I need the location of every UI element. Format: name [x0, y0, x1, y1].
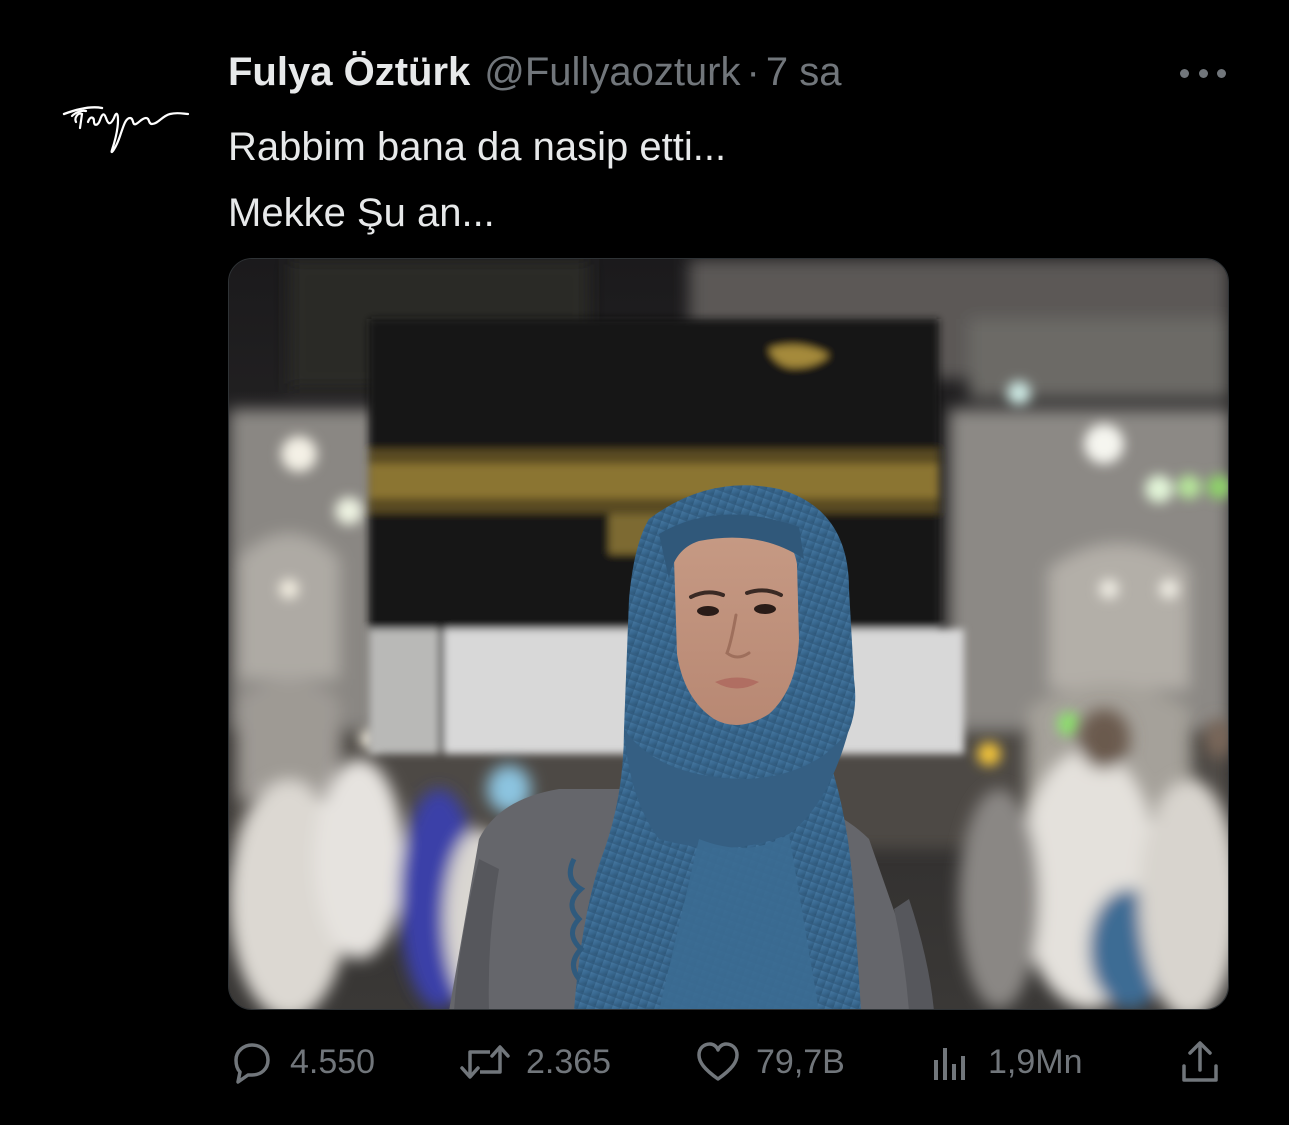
- timestamp[interactable]: 7 sa: [766, 50, 842, 95]
- like-button[interactable]: 79,7B: [694, 1030, 845, 1094]
- separator-dot: ·: [746, 50, 760, 94]
- reply-count: 4.550: [290, 1042, 376, 1081]
- tweet[interactable]: Fulya Öztürk @Fullyaozturk · 7 sa Rabbim…: [0, 0, 1289, 1125]
- tweet-header: Fulya Öztürk @Fullyaozturk · 7 sa: [228, 50, 841, 102]
- tweet-text: Rabbim bana da nasip etti... Mekke Şu an…: [228, 114, 1228, 246]
- user-handle[interactable]: @Fullyaozturk: [484, 50, 740, 95]
- photo-illustration: [229, 259, 1228, 1009]
- views-chart-icon: [934, 1048, 965, 1080]
- share-button[interactable]: [1176, 1030, 1224, 1094]
- share-icon: [1182, 1041, 1218, 1082]
- like-count: 79,7B: [756, 1042, 845, 1081]
- repost-count: 2.365: [526, 1042, 612, 1081]
- repost-button[interactable]: 2.365: [458, 1030, 611, 1094]
- reply-button[interactable]: 4.550: [228, 1030, 375, 1094]
- tweet-text-line: Mekke Şu an...: [228, 191, 495, 235]
- more-horizontal-icon[interactable]: [1180, 60, 1226, 86]
- avatar[interactable]: [58, 78, 208, 168]
- repost-icon: [460, 1045, 510, 1079]
- tweet-actions: 4.550 2.365 79,7B 1,9Mn: [228, 1030, 1228, 1094]
- display-name[interactable]: Fulya Öztürk: [228, 50, 470, 95]
- views-button[interactable]: 1,9Mn: [928, 1030, 1083, 1094]
- tweet-text-line: Rabbim bana da nasip etti...: [228, 125, 727, 169]
- views-count: 1,9Mn: [988, 1042, 1083, 1081]
- reply-icon: [234, 1043, 270, 1084]
- signature-logo: [62, 106, 190, 154]
- heart-icon: [697, 1042, 739, 1081]
- tweet-photo[interactable]: [228, 258, 1229, 1010]
